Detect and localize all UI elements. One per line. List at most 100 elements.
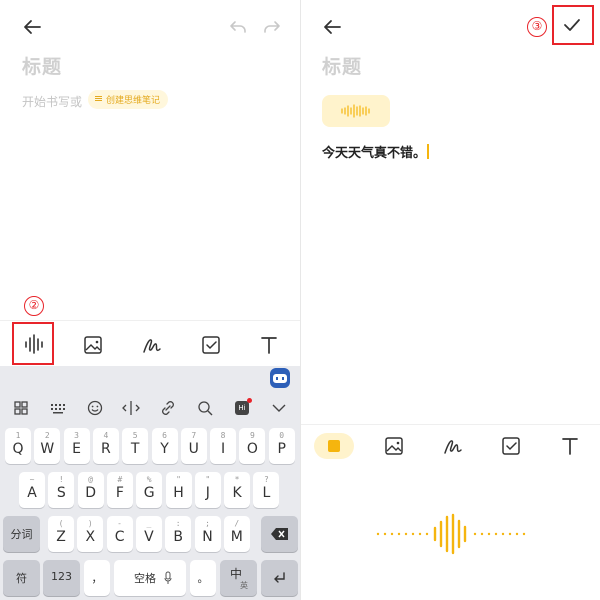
list-icon [95,96,102,97]
cursor-move-icon[interactable] [120,397,142,419]
key-label: U [188,441,199,457]
checkbox-icon[interactable] [196,330,226,360]
checkbox-icon[interactable] [496,431,526,461]
key-c[interactable]: -C [106,516,133,552]
number-key[interactable]: 123 [43,560,80,596]
key-label: C [114,529,125,545]
image-icon[interactable] [78,330,108,360]
step-2-marker: ② [24,296,44,316]
note-title-input[interactable]: 标题 [322,52,362,79]
key-t[interactable]: 5T [122,428,149,464]
keyboard-grid-icon[interactable] [10,397,32,419]
key-secondary-label: ( [58,519,64,528]
record-stop-icon [328,440,340,452]
key-label: Z [56,529,66,545]
key-z[interactable]: (Z [48,516,74,552]
key-label: I [221,441,226,457]
redo-icon[interactable] [260,15,284,39]
key-p[interactable]: 0P [268,428,295,464]
voice-note-chip[interactable] [322,95,390,127]
key-b[interactable]: :B [165,516,192,552]
keyboard-layout-icon[interactable] [47,397,69,419]
hi-assistant-icon[interactable]: Hi [231,397,253,419]
emoji-icon[interactable] [84,397,106,419]
key-secondary-label: : [175,519,181,528]
key-secondary-label: - [117,519,122,528]
create-mindmap-button[interactable]: 创建思维笔记 [88,90,169,109]
key-l[interactable]: ? L [253,472,280,508]
collapse-keyboard-icon[interactable] [268,397,290,419]
search-icon[interactable] [194,397,216,419]
enter-key[interactable] [261,560,298,596]
transcript-text[interactable]: 今天天气真不错。 [322,142,430,161]
key-w[interactable]: 2W [34,428,61,464]
key-q[interactable]: 1Q [5,428,31,464]
key-h[interactable]: " H [165,472,192,508]
key-k[interactable]: * K [224,472,251,508]
link-icon[interactable] [157,397,179,419]
handwriting-icon[interactable] [438,431,468,461]
hi-badge: Hi [235,401,249,415]
key-secondary-label: ~ [29,475,35,484]
body-placeholder[interactable]: 开始书写或 [22,93,82,110]
key-label: M [230,529,243,545]
key-f[interactable]: # F [106,472,133,508]
key-secondary-label: % [146,475,152,484]
key-label: P [277,441,286,457]
key-n[interactable]: ; N [194,516,221,552]
key-secondary-label: ) [87,519,93,528]
key-label: D [85,485,96,501]
confirm-check-icon[interactable] [560,13,584,37]
key-label: N [202,529,213,545]
text-cursor [427,144,430,159]
language-switch-key[interactable]: 中 英 [220,560,257,596]
comma-key[interactable]: ， [84,560,110,596]
key-s[interactable]: ! S [48,472,75,508]
undo-icon[interactable] [226,15,250,39]
image-icon[interactable] [379,431,409,461]
key-a[interactable]: ~ A [19,472,45,508]
key-i[interactable]: 8I [210,428,237,464]
key-secondary-label: 4 [103,431,109,440]
handwriting-icon[interactable] [137,330,167,360]
key-secondary-label: ; [205,519,210,528]
key-label: Y [160,441,169,457]
step-3-marker: ③ [527,17,547,37]
key-j[interactable]: " J [194,472,221,508]
key-e[interactable]: 3E [63,428,90,464]
text-format-icon[interactable] [254,330,284,360]
key-r[interactable]: 4R [92,428,119,464]
key-label: L [262,485,271,501]
symbol-key[interactable]: 符 [3,560,40,596]
key-y[interactable]: 6Y [151,428,178,464]
key-secondary-label: 5 [132,431,138,440]
key-v[interactable]: _ V [135,516,162,552]
key-d[interactable]: @ D [77,472,104,508]
key-secondary-label: 6 [162,431,167,440]
back-arrow-icon[interactable] [320,15,344,39]
key-m[interactable]: / M [223,516,250,552]
key-o[interactable]: 9O [239,428,266,464]
record-stop-button[interactable] [314,433,354,459]
note-title-input[interactable]: 标题 [22,52,62,79]
key-label: V [144,529,154,545]
key-label: E [72,441,82,457]
space-key[interactable]: 空格 [114,560,186,596]
key-g[interactable]: % G [136,472,163,508]
back-arrow-icon[interactable] [20,15,44,39]
key-u[interactable]: 7U [180,428,207,464]
key-label: X [85,529,96,545]
voice-icon[interactable] [19,329,49,359]
fenci-key[interactable]: 分词 [3,516,40,552]
period-key[interactable]: 。 [190,560,216,596]
key-secondary-label: _ [146,519,152,528]
mic-icon [164,571,172,584]
key-label: K [232,485,242,501]
key-label: J [205,485,210,501]
keyboard-mascot-icon[interactable] [270,368,290,388]
text-format-icon[interactable] [555,431,585,461]
key-x[interactable]: ) X [77,516,104,552]
key-label: G [143,485,155,501]
key-secondary-label: " [205,475,211,484]
backspace-key[interactable] [261,516,298,552]
